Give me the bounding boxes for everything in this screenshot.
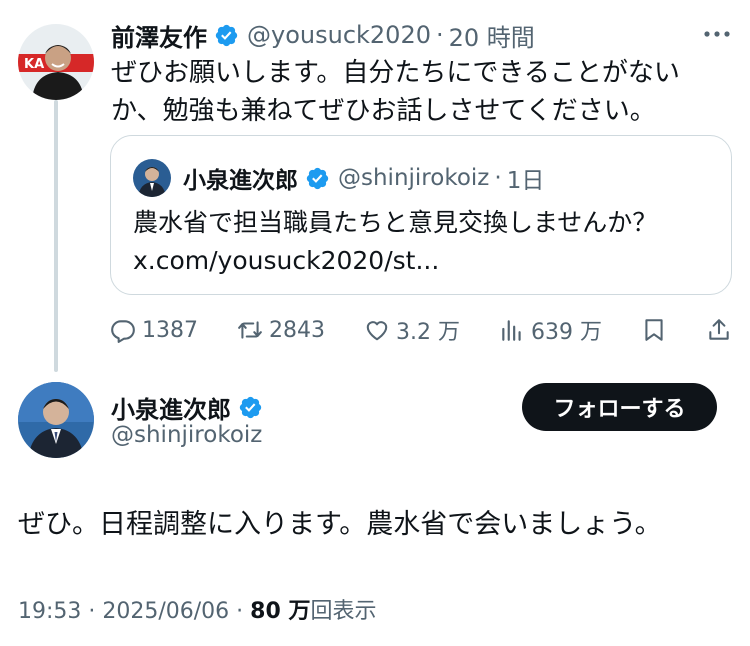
reply-action-bar: 1387 2843 3.2 万 639 万 (110, 310, 732, 350)
quoted-avatar (133, 159, 171, 197)
repost-button[interactable]: 2843 (237, 317, 325, 343)
main-tweet-views-label: 回表示 (310, 599, 377, 624)
reply-tweet-header: 前澤友作 @yousuck2020 · 20 時間 (111, 18, 535, 52)
reply-count: 1387 (142, 317, 198, 343)
repost-count: 2843 (269, 317, 325, 343)
main-tweet-timestamp[interactable]: 19:53 · 2025/06/06 · (18, 599, 250, 624)
avatar-koizumi-image (18, 382, 94, 458)
views-button[interactable]: 639 万 (499, 314, 602, 346)
main-tweet-author: 小泉進次郎 (111, 390, 271, 424)
main-tweet-views-count: 80 万 (250, 599, 311, 624)
more-icon[interactable] (702, 22, 732, 46)
share-icon (709, 319, 729, 340)
quoted-tweet-card[interactable]: 小泉進次郎 @shinjirokoiz · 1日 農水省で担当職員たちと意見交換… (110, 135, 732, 295)
verified-badge-icon (239, 396, 262, 418)
verified-badge-icon (215, 24, 238, 46)
reply-author-handle[interactable]: @yousuck2020 (247, 21, 431, 49)
like-count: 3.2 万 (396, 320, 460, 345)
heart-icon (366, 321, 388, 341)
separator-dot: · (435, 21, 444, 49)
avatar-maezawa[interactable]: KA (18, 24, 94, 100)
separator-dot: · (494, 165, 502, 191)
main-tweet-text: ぜひ。日程調整に入ります。農水省で会いましょう。 (18, 509, 662, 540)
avatar-maezawa-image: KA (18, 24, 94, 100)
reply-tweet-text: ぜひお願いします。自分たちにできることがないか、勉強も兼ねてぜひお話しさせてくだ… (111, 58, 680, 126)
quoted-avatar-image (133, 159, 171, 197)
quoted-text-line: 農水省で担当職員たちと意見交換しませんか？ (133, 208, 658, 237)
quoted-time: 1日 (506, 168, 545, 194)
reply-time[interactable]: 20 時間 (449, 18, 535, 53)
main-author-handle[interactable]: @shinjirokoiz (111, 422, 262, 448)
post-thread: KA 前澤友作 @yousuck2020 · 20 時間 ぜひお願いします。自分… (0, 0, 750, 646)
main-tweet-meta: 19:53 · 2025/06/06 · 80 万回表示 (18, 593, 376, 625)
views-icon (502, 320, 521, 341)
repost-icon (238, 321, 262, 339)
avatar-badge-text: KA (24, 57, 44, 72)
reply-icon (111, 320, 135, 343)
bookmark-icon (645, 319, 663, 341)
like-button[interactable]: 3.2 万 (364, 314, 460, 346)
main-author-name[interactable]: 小泉進次郎 (111, 390, 231, 425)
quoted-tweet-header: 小泉進次郎 @shinjirokoiz · 1日 (133, 158, 544, 198)
quoted-tweet-text: 農水省で担当職員たちと意見交換しませんか？ x.com/yousuck2020/… (133, 204, 713, 280)
quoted-author-handle: @shinjirokoiz (338, 165, 490, 191)
follow-button[interactable]: フォローする (522, 383, 717, 431)
quoted-author-name: 小泉進次郎 (183, 168, 298, 194)
verified-badge-icon (306, 167, 329, 189)
bookmark-button[interactable] (641, 317, 667, 343)
thread-connector-line (54, 100, 58, 372)
reply-button[interactable]: 1387 (110, 317, 198, 343)
views-count: 639 万 (530, 320, 602, 345)
avatar-koizumi[interactable] (18, 382, 94, 458)
reply-author-name[interactable]: 前澤友作 (111, 18, 207, 53)
quoted-link[interactable]: x.com/yousuck2020/st... (133, 242, 713, 280)
share-button[interactable] (706, 317, 732, 343)
